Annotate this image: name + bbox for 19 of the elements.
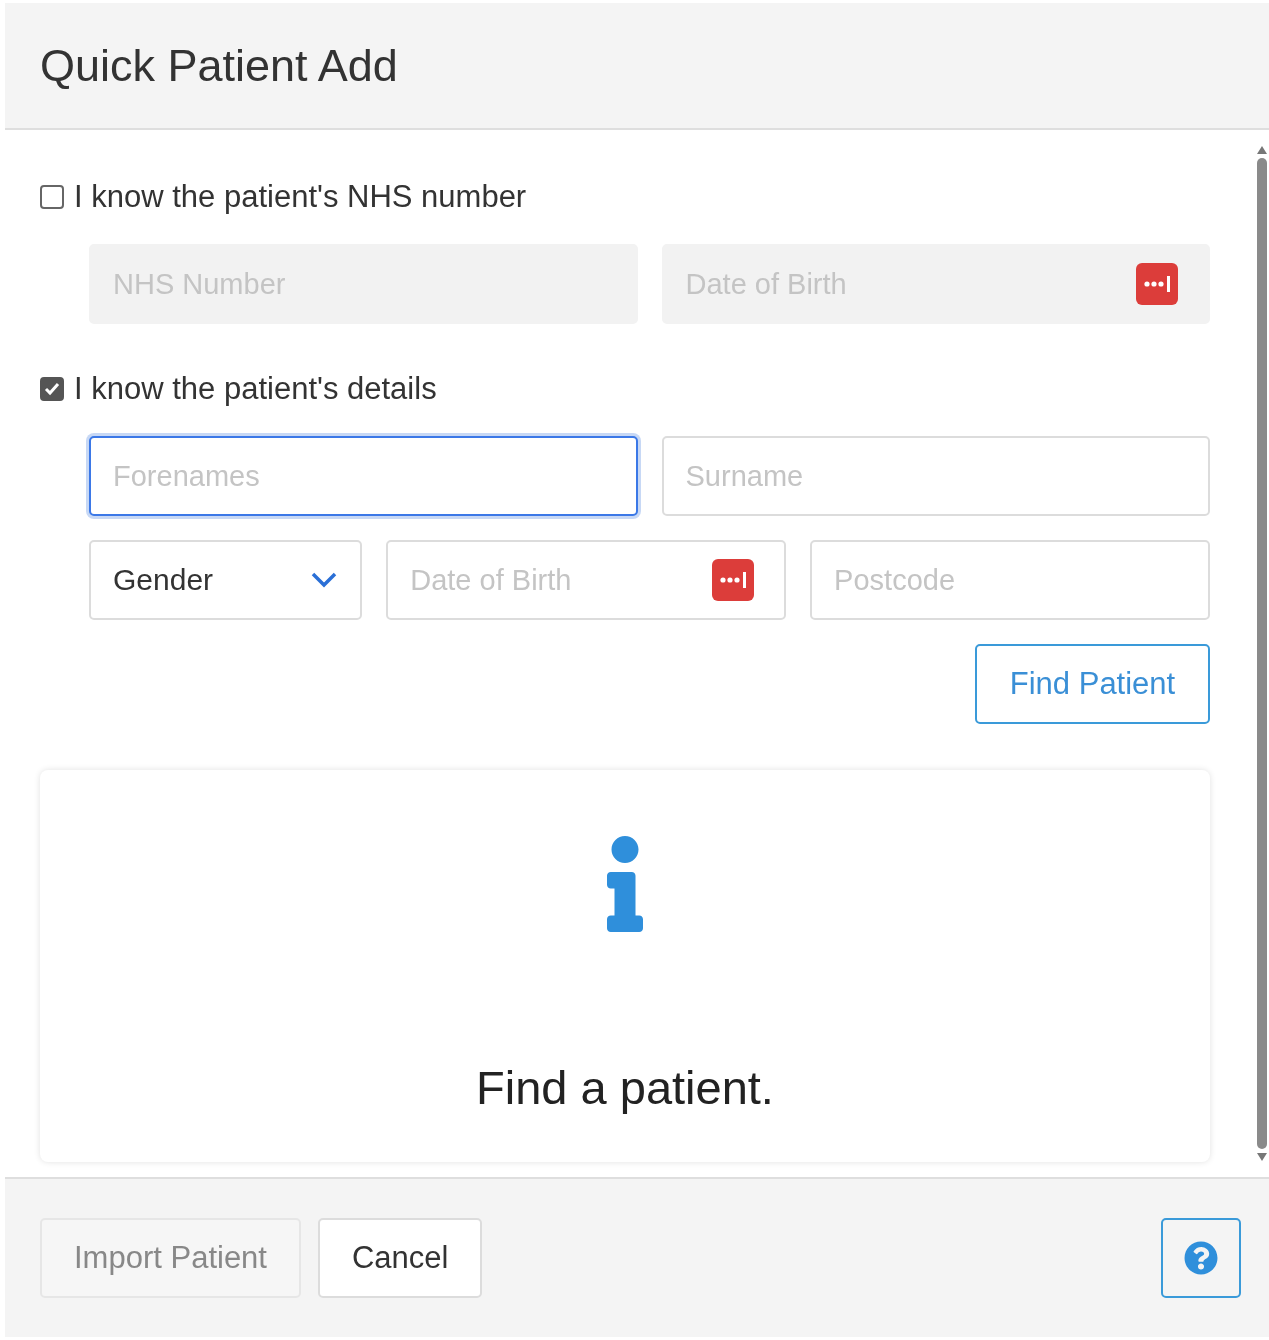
checkbox-label[interactable]: I know the patient's NHS number [74, 179, 527, 215]
checkmark-icon [44, 382, 60, 396]
calendar-icon[interactable] [1136, 263, 1178, 305]
checkbox[interactable] [40, 185, 64, 209]
chevron-down-icon [310, 571, 339, 589]
date-field[interactable]: Date of Birth [386, 540, 787, 620]
checkbox[interactable] [40, 377, 64, 401]
help-button[interactable] [1161, 1218, 1241, 1298]
calendar-icon[interactable] [712, 559, 755, 601]
checkbox-label[interactable]: I know the patient's details [74, 371, 437, 407]
dialog-title: Quick Patient Add [40, 39, 398, 92]
scroll-up-icon[interactable] [1257, 146, 1267, 154]
footer-button[interactable]: Cancel [318, 1218, 483, 1298]
scroll-down-icon[interactable] [1257, 1153, 1267, 1161]
text-field[interactable]: Forenames [89, 436, 638, 516]
empty-message: Find a patient. [476, 1060, 774, 1115]
scrollbar-thumb[interactable] [1257, 158, 1267, 1149]
gender-select[interactable]: Gender [89, 540, 363, 620]
help-icon [1184, 1241, 1218, 1275]
